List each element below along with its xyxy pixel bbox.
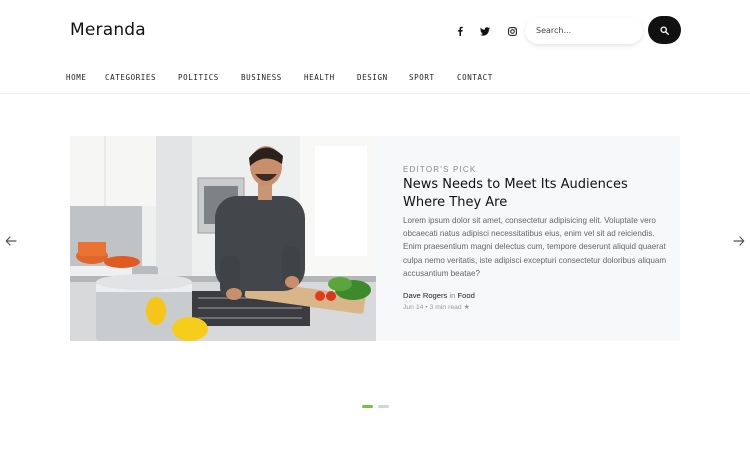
- next-slide-button[interactable]: [733, 232, 745, 246]
- header-divider: [0, 93, 750, 94]
- nav-item-politics[interactable]: POLITICS: [178, 73, 219, 82]
- arrow-right-icon: [733, 236, 745, 246]
- nav-item-design[interactable]: DESIGN: [357, 73, 388, 82]
- search-button[interactable]: [648, 16, 681, 44]
- feature-excerpt: Lorem ipsum dolor sit amet, consectetur …: [403, 216, 667, 278]
- search-box: [525, 17, 643, 44]
- nav-item-health[interactable]: HEALTH: [304, 73, 335, 82]
- category-link[interactable]: Food: [458, 291, 475, 300]
- slider-dot-2[interactable]: [378, 405, 389, 408]
- nav-item-sport[interactable]: SPORT: [409, 73, 435, 82]
- meta-separator: •: [425, 304, 428, 311]
- instagram-icon[interactable]: [505, 24, 519, 38]
- search-input[interactable]: [525, 17, 643, 44]
- slider-dot-1[interactable]: [362, 405, 373, 408]
- nav-item-business[interactable]: BUSINESS: [241, 73, 282, 82]
- author-link[interactable]: Dave Rogers: [403, 291, 447, 300]
- arrow-left-icon: [5, 236, 17, 246]
- star-icon: ★: [463, 304, 470, 311]
- feature-meta: Jun 14 • 3 min read ★: [403, 303, 470, 311]
- feature-kicker: EDITOR'S PICK: [403, 165, 477, 174]
- feature-image[interactable]: [70, 136, 376, 341]
- prev-slide-button[interactable]: [5, 232, 17, 246]
- feature-byline: Dave Rogers in Food: [403, 291, 475, 300]
- site-logo[interactable]: Meranda: [70, 20, 146, 40]
- twitter-icon[interactable]: [478, 24, 492, 38]
- nav-item-contact[interactable]: CONTACT: [457, 73, 493, 82]
- byline-in-label: in: [449, 291, 456, 300]
- feature-title[interactable]: News Needs to Meet Its Audiences Where T…: [403, 176, 643, 211]
- search-icon: [660, 25, 669, 35]
- read-time: 3 min read: [429, 304, 462, 311]
- nav-item-categories[interactable]: CATEGORIES: [105, 73, 156, 82]
- post-date: Jun 14: [403, 304, 424, 311]
- nav-item-home[interactable]: HOME: [66, 73, 86, 82]
- facebook-icon[interactable]: [453, 24, 467, 38]
